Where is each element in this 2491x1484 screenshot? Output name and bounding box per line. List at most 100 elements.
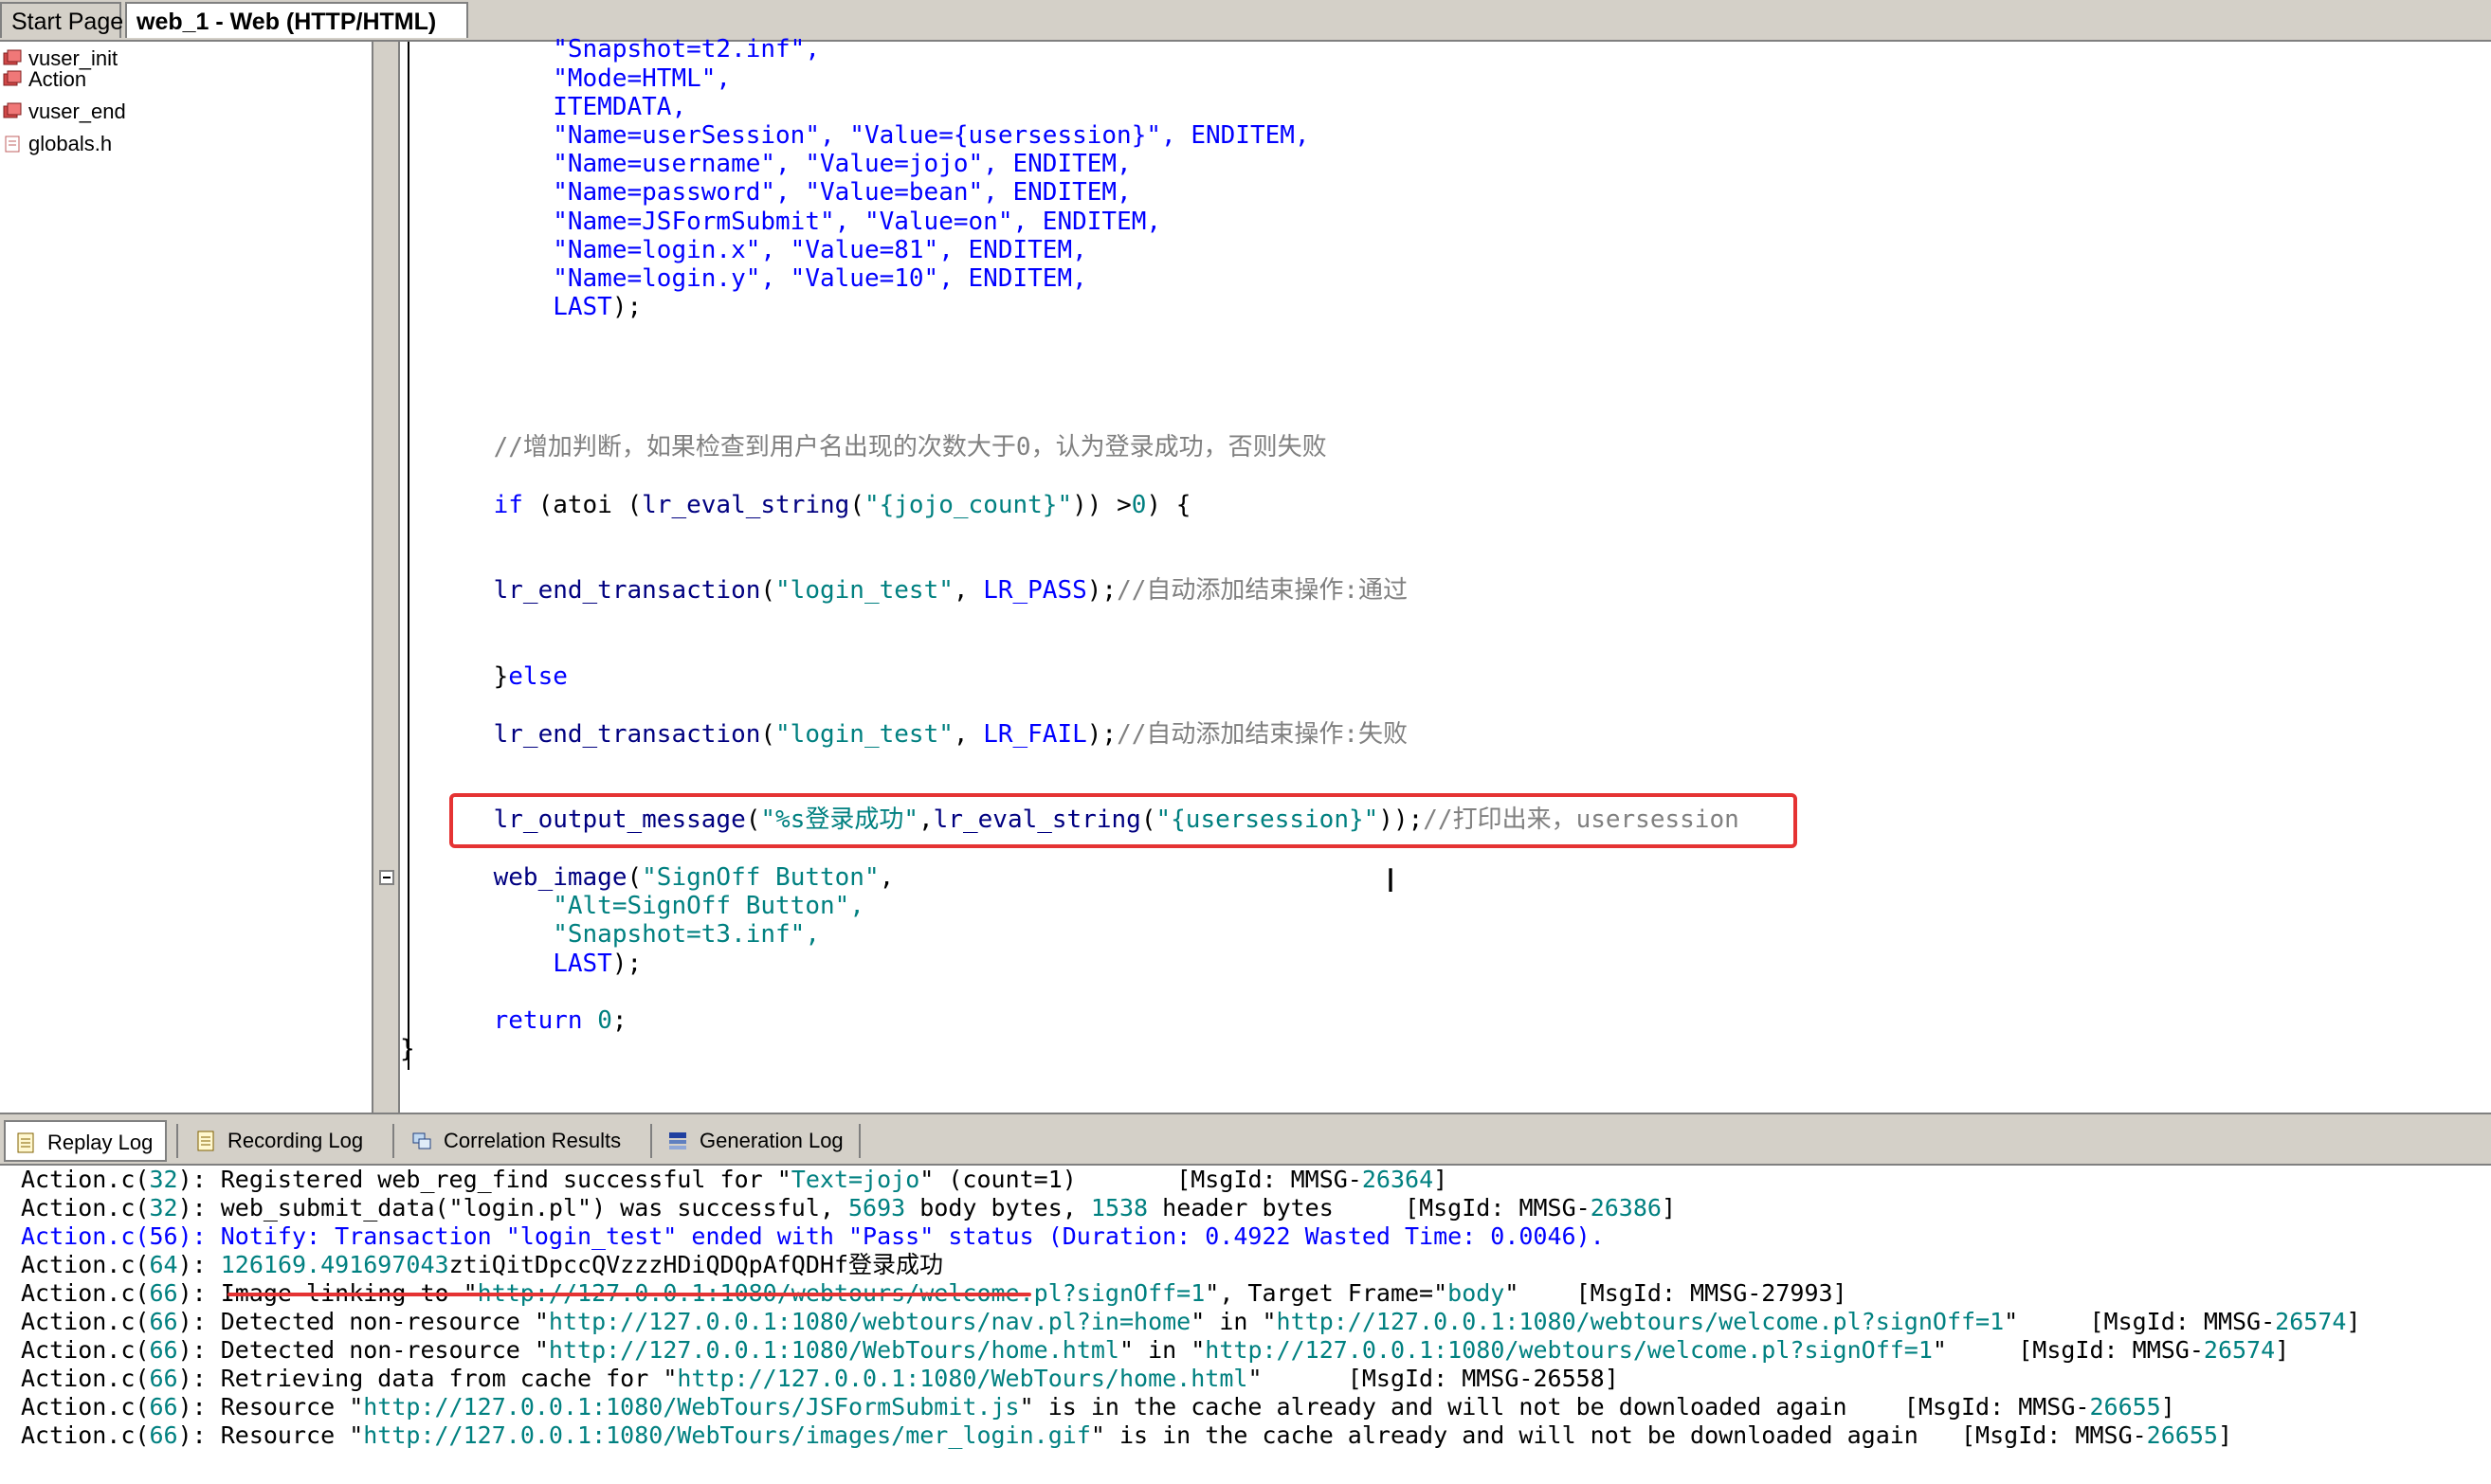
log-token: " (count=1) [MsgId: MMSG- [919, 1166, 1362, 1193]
tree-item-vuser-end[interactable]: vuser_end [0, 97, 133, 127]
log-token: body [1447, 1279, 1505, 1307]
log-token: " in " [1191, 1308, 1277, 1335]
code-token: } [400, 1035, 415, 1064]
underline-annotation [227, 1293, 1031, 1296]
tab-separator [176, 1124, 178, 1158]
header-file-icon [5, 136, 20, 153]
tab-web-script[interactable]: web_1 - Web (HTTP/HTML) [125, 2, 468, 38]
log-token: http://127.0.0.1:1080/webtours/nav.pl?in… [548, 1308, 1191, 1335]
tree-item-action[interactable]: Action [0, 64, 95, 95]
log-token: http://127.0.0.1:1080/webtours/welcome.p… [1276, 1308, 2005, 1335]
code-token: ( [627, 862, 643, 892]
log-token: Action.c( [21, 1251, 150, 1278]
tab-recording-log[interactable]: Recording Log [186, 1120, 385, 1162]
code-token: //自动添加结束操作:通过 [1117, 576, 1409, 606]
script-icon [3, 102, 22, 118]
code-token: web_image [434, 862, 627, 892]
code-line: if (atoi (lr_eval_string("{jojo_count}")… [434, 491, 1191, 519]
code-token: "Name=password", "Value=bean", [434, 178, 1013, 208]
log-token: http://127.0.0.1:1080/WebTours/home.html [548, 1336, 1119, 1364]
log-line: Action.c(32): web_submit_data("login.pl"… [21, 1194, 1676, 1222]
code-token: } [434, 662, 509, 692]
code-token: ); [1086, 576, 1118, 606]
code-line: //增加判断，如果检查到用户名出现的次数大于0，认为登录成功，否则失败 [434, 433, 1327, 461]
output-tab-bar: Replay Log Recording Log Correlation Res… [0, 1113, 2491, 1166]
code-token: "{jojo_count}" [864, 490, 1073, 519]
log-token: Action.c(56): Notify: Transaction "login… [21, 1222, 1605, 1250]
code-token: ( [760, 719, 776, 749]
log-token: http://127.0.0.1:1080/WebTours/home.html [677, 1365, 1248, 1392]
tree-item-globals[interactable]: globals.h [0, 129, 123, 159]
log-line: Action.c(66): Resource "http://127.0.0.1… [21, 1393, 2175, 1421]
code-token: ); [611, 293, 643, 322]
replay-log-output[interactable]: Action.c( 32): Registered web_reg_find su… [0, 1166, 2491, 1484]
tree-item-label: globals.h [28, 132, 113, 155]
tab-separator [650, 1124, 652, 1158]
code-token: else [508, 662, 568, 692]
fold-toggle-icon[interactable] [379, 870, 394, 885]
code-token: "Mode=HTML", [434, 63, 732, 93]
code-token: LAST [434, 293, 612, 322]
tab-correlation-results[interactable]: Correlation Results [402, 1120, 643, 1162]
code-line: return 0; [434, 1006, 627, 1035]
log-token: ): Registered web_reg_find successful fo… [177, 1166, 791, 1193]
code-token: "Name=username", "Value=jojo", [434, 150, 1013, 179]
log-token: 66 [149, 1421, 178, 1449]
code-editor[interactable]: "Snapshot=t2.inf", "Mode=HTML", ITEMDATA… [379, 35, 2491, 1113]
code-token: lr_end_transaction [434, 719, 761, 749]
code-line: LAST); [434, 950, 642, 978]
log-token: header bytes [MsgId: MMSG- [1148, 1194, 1591, 1222]
tab-start-page[interactable]: Start Page [0, 2, 123, 38]
log-token: Action.c( [21, 1421, 150, 1449]
code-token: ( [760, 576, 776, 606]
code-token: lr_eval_string [642, 490, 850, 519]
tab-generation-log[interactable]: Generation Log [658, 1120, 853, 1162]
log-token: 66 [149, 1393, 178, 1421]
code-token: "Snapshot=t2.inf", [434, 35, 820, 64]
pane-splitter[interactable] [372, 42, 400, 1113]
log-token: ): web_submit_data("login.pl") was succe… [177, 1194, 848, 1222]
log-line: Action.c(56): Notify: Transaction "login… [21, 1222, 1605, 1251]
code-token: LR_PASS [983, 576, 1087, 606]
tab-label: Recording Log [227, 1129, 364, 1152]
code-line: ITEMDATA, [434, 93, 686, 121]
log-token: " [MsgId: MMSG- [2004, 1308, 2276, 1335]
log-token: " is in the cache already and will not b… [1090, 1421, 2147, 1449]
code-token: "Name=userSession", "Value={usersession}… [434, 121, 1191, 150]
text-cursor-icon: Ι [1386, 862, 1396, 900]
log-token: ] [1661, 1194, 1677, 1222]
correlation-icon [412, 1132, 431, 1149]
log-token: 26364 [1361, 1166, 1434, 1193]
log-token: http://127.0.0.1:1080/WebTours/images/me… [363, 1421, 1091, 1449]
log-line: Action.c(64): 126169.491697043ztiQitDpcc… [21, 1251, 943, 1279]
code-line: "Mode=HTML", [434, 64, 731, 93]
code-token: )) > [1072, 490, 1132, 519]
code-token: 0 [597, 1006, 612, 1036]
log-token: " in " [1118, 1336, 1206, 1364]
log-token: ): Resource " [177, 1393, 364, 1421]
code-line: LAST); [434, 293, 642, 321]
code-line: }else [434, 662, 568, 691]
code-token: , [953, 576, 984, 606]
tab-label: Generation Log [700, 1129, 844, 1152]
log-token: " is in the cache already and will not b… [1019, 1393, 2090, 1421]
log-token: Action.c( [21, 1336, 150, 1364]
log-token: ] [2160, 1393, 2175, 1421]
tab-separator [392, 1124, 394, 1158]
code-line: lr_end_transaction("login_test", LR_PASS… [434, 576, 1408, 605]
tab-replay-log[interactable]: Replay Log [4, 1120, 167, 1162]
log-line: Action.c(66): Retrieving data from cache… [21, 1365, 1619, 1393]
log-token: ): Resource " [177, 1421, 364, 1449]
log-line: Action.c(66): Detected non-resource "htt… [21, 1336, 2289, 1365]
code-line: "Name=login.x", "Value=81", ENDITEM, [434, 236, 1087, 264]
log-token: 66 [149, 1365, 178, 1392]
code-line: "Snapshot=t3.inf", [434, 920, 820, 949]
log-line: Action.c(66): Resource "http://127.0.0.1… [21, 1421, 2232, 1450]
code-token: , [879, 862, 895, 892]
log-token: Action.c( [21, 1308, 150, 1335]
tree-item-label: vuser_end [28, 100, 126, 123]
code-token: //增加判断，如果检查到用户名出现的次数大于0，认为登录成功，否则失败 [434, 433, 1327, 462]
log-token: 32 [149, 1166, 178, 1193]
tab-separator [859, 1124, 861, 1158]
